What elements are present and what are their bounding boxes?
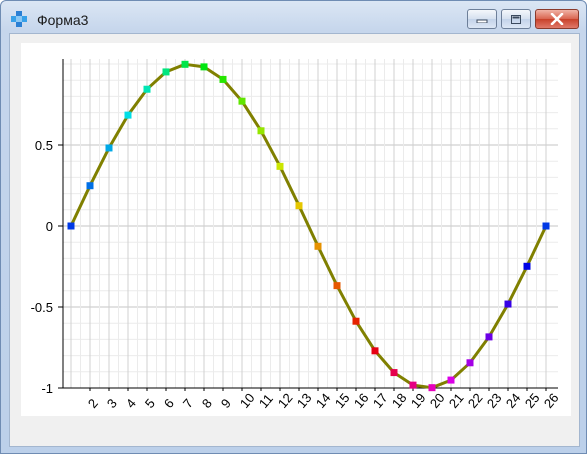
data-point-marker <box>162 68 170 76</box>
data-point-marker <box>276 162 284 170</box>
minimize-icon <box>476 19 488 23</box>
close-icon <box>550 13 564 25</box>
data-point-marker <box>257 127 265 135</box>
x-tick-label: 5 <box>142 396 158 411</box>
chart-area: 0.5 0 -0.5 -1 2 3 4 5 6 7 8 9 10 11 12 13 14 15 16 17 18 19 20… <box>21 43 571 416</box>
maximize-icon <box>511 14 521 24</box>
data-point-marker <box>485 333 493 341</box>
data-point-marker <box>409 381 417 389</box>
y-tick-label: -0.5 <box>31 300 53 315</box>
data-point-marker <box>67 222 75 230</box>
data-point-marker <box>143 85 151 93</box>
data-point-marker <box>504 300 512 308</box>
x-tick-label: 22 <box>465 390 486 411</box>
data-point-marker <box>466 359 474 367</box>
x-tick-label: 17 <box>370 390 391 411</box>
y-tick-label: 0 <box>46 219 53 234</box>
data-point-marker <box>181 60 189 68</box>
x-tick-label: 23 <box>484 390 505 411</box>
y-tick-label: 0.5 <box>35 138 53 153</box>
data-point-marker <box>390 369 398 377</box>
x-tick-label: 2 <box>85 396 101 411</box>
maximize-button[interactable] <box>501 9 531 29</box>
data-point-marker <box>86 182 94 190</box>
data-point-marker <box>447 376 455 384</box>
close-button[interactable] <box>535 9 579 29</box>
x-tick-label: 26 <box>541 390 562 411</box>
data-point-marker <box>352 317 360 325</box>
window: Форма3 0.5 0 -0.5 -1 2 3 4 5 6 7 8 9 10 11 12 13 14 15 16 1… <box>0 0 587 454</box>
x-tick-label: 24 <box>503 390 524 411</box>
data-point-marker <box>219 75 227 83</box>
data-point-marker <box>314 242 322 250</box>
x-tick-label: 3 <box>104 396 120 411</box>
x-tick-label: 20 <box>427 390 448 411</box>
x-tick-label: 10 <box>237 390 258 411</box>
data-point-marker <box>105 144 113 152</box>
data-point-marker <box>428 384 436 392</box>
x-tick-label: 13 <box>294 390 315 411</box>
app-grid-icon <box>11 11 27 27</box>
data-point-marker <box>200 63 208 71</box>
x-tick-label: 16 <box>351 390 372 411</box>
x-tick-label: 9 <box>218 396 234 411</box>
x-tick-label: 11 <box>256 391 276 411</box>
x-tick-label: 15 <box>332 390 353 411</box>
data-point-marker <box>333 282 341 290</box>
x-tick-label: 8 <box>199 396 215 411</box>
window-title: Форма3 <box>37 12 89 28</box>
x-tick-label: 18 <box>389 390 410 411</box>
data-point-marker <box>124 111 132 119</box>
data-point-marker <box>238 97 246 105</box>
line-chart: 0.50-0.5-12 3 4 5 6 7 8 9 1011121314151617181920… <box>31 59 562 411</box>
data-point-marker <box>523 262 531 270</box>
x-tick-label: 14 <box>313 390 334 411</box>
x-tick-label: 21 <box>446 390 467 411</box>
x-tick-label: 19 <box>408 390 429 411</box>
data-point-marker <box>371 347 379 355</box>
x-tick-label: 4 <box>123 396 139 411</box>
data-point-marker <box>295 202 303 210</box>
x-tick-label: 25 <box>522 390 543 411</box>
minimize-button[interactable] <box>467 9 497 29</box>
x-tick-label: 7 <box>180 396 196 411</box>
data-point-marker <box>542 222 550 230</box>
x-tick-label: 12 <box>275 390 296 411</box>
title-bar[interactable]: Форма3 <box>1 1 586 33</box>
x-tick-label: 6 <box>161 396 177 411</box>
y-tick-label: -1 <box>41 381 53 396</box>
